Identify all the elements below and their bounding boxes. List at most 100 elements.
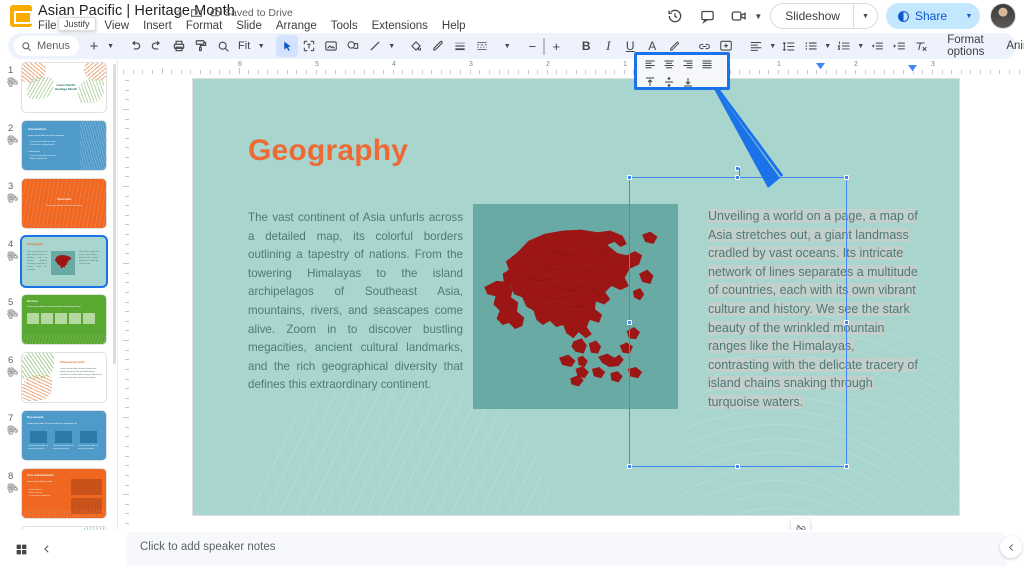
select-tool[interactable] (276, 35, 298, 57)
clear-formatting-icon[interactable] (910, 35, 932, 57)
slideshow-button[interactable]: Slideshow (770, 3, 854, 29)
speaker-notes-panel[interactable]: Click to add speaker notes (126, 532, 1006, 566)
slide-thumbnail-5[interactable]: History Lorem ipsum dolor sit amet conse… (22, 295, 106, 344)
horizontal-ruler[interactable]: 6 5 4 3 2 1 1 2 3 (118, 60, 1024, 76)
resize-handle-w[interactable] (627, 320, 632, 325)
filmstrip-row-1: 1 🖇 Asian Pacific Heritage Month (0, 63, 118, 118)
print-button[interactable] (168, 35, 190, 57)
vertical-ruler[interactable] (118, 76, 132, 530)
align-tooltip: Justify (58, 17, 96, 31)
slide-thumbnail-2[interactable]: Introduction Lorem ipsum dolor sit amet … (22, 121, 106, 170)
slide-filmstrip[interactable]: 1 🖇 Asian Pacific Heritage Month 2 🖇 Int… (0, 60, 118, 530)
align-center-option[interactable] (659, 56, 678, 72)
shape-tool[interactable] (342, 35, 364, 57)
header-actions: ▼ Slideshow ▼ Share ▼ (661, 2, 1016, 30)
align-dropdown-menu[interactable] (634, 52, 730, 90)
share-button[interactable]: Share (886, 3, 958, 29)
slide-link-icon: 🖇 (4, 74, 21, 90)
numbered-list-chevron-down-icon[interactable]: ▼ (855, 35, 866, 57)
filmstrip-row-4: 4 🖇 Geography The vast continent of Asia… (0, 237, 118, 292)
align-right-option[interactable] (678, 56, 697, 72)
decrease-indent-icon[interactable] (866, 35, 888, 57)
left-indent-marker[interactable] (908, 65, 917, 73)
menu-format[interactable]: Format (179, 18, 229, 34)
decrease-font-size-button[interactable]: − (521, 35, 543, 57)
slide-thumbnail-7[interactable]: Key people Lorem ipsum dolor sit amet co… (22, 411, 106, 460)
slideshow-options-chevron-down-icon[interactable]: ▼ (854, 3, 878, 29)
menu-slide[interactable]: Slide (229, 18, 269, 34)
resize-handle-s[interactable] (735, 464, 740, 469)
align-bottom-option[interactable] (678, 74, 697, 90)
menu-tools[interactable]: Tools (324, 18, 365, 34)
slide-thumbnail-6[interactable]: Interesting Facts Lorem ipsum dolor sit … (22, 353, 106, 402)
slide-thumbnail-3[interactable]: Overview Lorem ipsum dolor sit amet cons… (22, 179, 106, 228)
slide-thumbnail-8[interactable]: Arts and literature Lorem ipsum dolor si… (22, 469, 106, 518)
left-body-textbox[interactable]: The vast continent of Asia unfurls acros… (248, 209, 463, 395)
line-tool-chevron-down-icon[interactable]: ▼ (386, 35, 397, 57)
fill-bucket-icon[interactable] (405, 35, 427, 57)
align-button[interactable] (745, 35, 767, 57)
zoom-button[interactable] (212, 35, 234, 57)
menus-search-button[interactable]: Menus (14, 36, 79, 56)
slide-thumbnail-1[interactable]: Asian Pacific Heritage Month (22, 63, 106, 112)
add-slide-chevron-down-icon[interactable]: ▼ (105, 35, 116, 57)
align-top-option[interactable] (640, 74, 659, 90)
italic-button[interactable]: I (597, 35, 619, 57)
resize-handle-e[interactable] (844, 320, 849, 325)
align-middle-option[interactable] (659, 74, 678, 90)
slide-canvas-area[interactable]: 6 5 4 3 2 1 1 2 3 Geography The vast con… (118, 60, 1024, 530)
resize-handle-se[interactable] (844, 464, 849, 469)
speaker-notes-placeholder: Click to add speaker notes (140, 541, 276, 553)
zoom-level-label[interactable]: Fit (234, 40, 254, 52)
border-weight-icon[interactable] (449, 35, 471, 57)
slide-thumbnail-4[interactable]: Geography The vast continent of Asia unf… (22, 237, 106, 286)
bold-button[interactable]: B (575, 35, 597, 57)
paint-format-button[interactable] (190, 35, 212, 57)
menu-arrange[interactable]: Arrange (269, 18, 324, 34)
resize-handle-ne[interactable] (844, 175, 849, 180)
share-options-chevron-down-icon[interactable]: ▼ (958, 3, 980, 29)
pen-icon[interactable] (427, 35, 449, 57)
slide-title[interactable]: Geography (248, 134, 408, 168)
collapse-filmstrip-chevron-left-icon[interactable] (36, 538, 58, 560)
menu-view[interactable]: View (97, 18, 136, 34)
undo-button[interactable] (124, 35, 146, 57)
present-to-meeting-button[interactable]: ▼ (725, 2, 762, 30)
expand-panel-chevron-left-icon[interactable] (1000, 536, 1022, 558)
font-family-chevron-down-icon[interactable]: ▼ (501, 35, 513, 57)
border-dash-icon[interactable] (471, 35, 493, 57)
line-tool[interactable] (364, 35, 386, 57)
increase-font-size-button[interactable]: + (545, 35, 567, 57)
textbox-selection-frame[interactable] (629, 177, 847, 467)
increase-indent-icon[interactable] (888, 35, 910, 57)
align-justify-option[interactable] (697, 56, 716, 72)
filmstrip-scrollbar[interactable] (113, 64, 116, 364)
align-left-option[interactable] (640, 56, 659, 72)
chevron-down-icon[interactable]: ▼ (754, 12, 762, 21)
menu-extensions[interactable]: Extensions (365, 18, 435, 34)
bulleted-list-icon[interactable] (800, 35, 822, 57)
format-options-button[interactable]: Format options (940, 34, 991, 58)
resize-handle-sw[interactable] (627, 464, 632, 469)
comment-icon[interactable] (693, 2, 721, 30)
zoom-chevron-down-icon[interactable]: ▼ (254, 35, 268, 57)
menu-help[interactable]: Help (435, 18, 473, 34)
grid-view-icon[interactable] (10, 538, 32, 560)
meet-camera-icon[interactable] (725, 2, 753, 30)
textbox-tool[interactable] (298, 35, 320, 57)
align-chevron-down-icon[interactable]: ▼ (767, 35, 778, 57)
menu-insert[interactable]: Insert (136, 18, 179, 34)
avatar[interactable] (990, 3, 1016, 29)
slide-link-icon: 🖇 (4, 422, 21, 438)
thumb-title: Asian Pacific Heritage Month (52, 83, 80, 91)
numbered-list-icon[interactable] (833, 35, 855, 57)
animate-button[interactable]: Animate (999, 40, 1024, 52)
thumb-asia-map-icon (52, 252, 74, 274)
resize-handle-nw[interactable] (627, 175, 632, 180)
add-slide-button[interactable]: + (83, 35, 105, 57)
line-spacing-icon[interactable] (778, 35, 800, 57)
bulleted-list-chevron-down-icon[interactable]: ▼ (822, 35, 833, 57)
image-tool[interactable] (320, 35, 342, 57)
version-history-icon[interactable] (661, 2, 689, 30)
redo-button[interactable] (146, 35, 168, 57)
